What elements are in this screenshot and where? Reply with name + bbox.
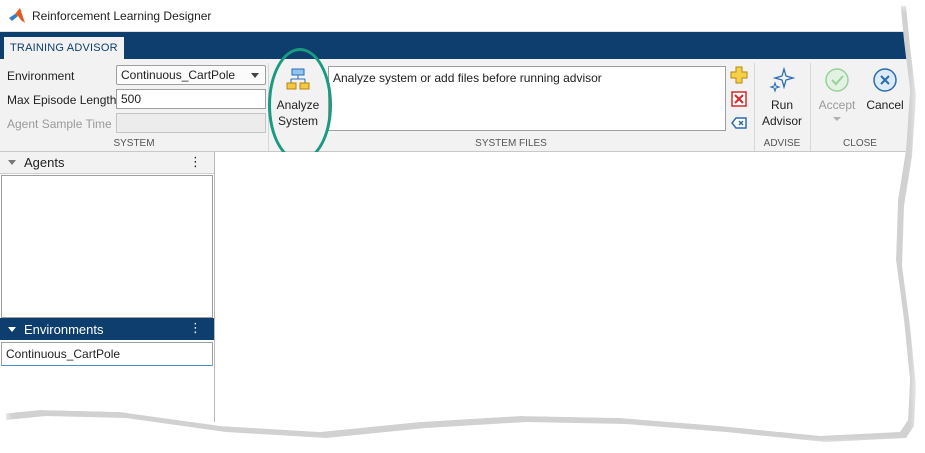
x-circle-icon — [873, 68, 897, 92]
toolstrip: Environment Continuous_CartPole Max Epis… — [0, 59, 910, 152]
app-window: Reinforcement Learning Designer TRAINING… — [0, 0, 910, 436]
chevron-down-icon — [251, 73, 259, 78]
run-advisor-button[interactable]: Run Advisor — [758, 67, 806, 129]
plus-icon[interactable] — [730, 66, 748, 84]
environments-title: Environments — [24, 321, 104, 337]
agent-sample-label: Agent Sample Time — [7, 117, 112, 131]
sparkle-icon — [769, 67, 795, 93]
document-area — [216, 152, 910, 432]
window-title: Reinforcement Learning Designer — [32, 8, 212, 23]
section-label-system: SYSTEM — [113, 138, 155, 149]
environments-list: Continuous_CartPole — [1, 342, 213, 366]
environment-label: Environment — [7, 69, 75, 83]
cancel-label: Cancel — [866, 98, 904, 112]
run-advisor-line1: Run — [770, 98, 793, 112]
collapse-triangle-icon[interactable] — [8, 160, 16, 165]
system-files-text: Analyze system or add files before runni… — [333, 71, 602, 85]
section-label-system-files: SYSTEM FILES — [475, 138, 547, 149]
clear-icon[interactable] — [730, 114, 748, 132]
system-files-list[interactable]: Analyze system or add files before runni… — [328, 66, 726, 131]
highlight-ellipse — [268, 48, 332, 162]
tab-strip: TRAINING ADVISOR — [0, 32, 910, 59]
collapse-triangle-icon[interactable] — [8, 326, 16, 332]
agents-list[interactable] — [1, 175, 213, 318]
section-label-close: CLOSE — [843, 138, 877, 149]
environment-value: Continuous_CartPole — [121, 68, 236, 82]
tab-training-advisor[interactable]: TRAINING ADVISOR — [4, 37, 124, 59]
agents-title: Agents — [24, 155, 65, 170]
title-bar: Reinforcement Learning Designer — [0, 0, 910, 32]
cancel-button[interactable]: Cancel — [862, 67, 908, 113]
environment-dropdown[interactable]: Continuous_CartPole — [116, 65, 266, 85]
left-panel: Agents ⋮ Environments ⋮ Continuous_CartP… — [0, 152, 215, 422]
red-x-icon[interactable] — [730, 90, 748, 108]
agents-panel-header[interactable]: Agents ⋮ — [0, 152, 214, 174]
chevron-down-icon — [833, 117, 841, 121]
max-episode-input[interactable]: 500 — [116, 89, 266, 109]
matlab-logo-icon — [9, 7, 25, 23]
more-options-icon[interactable]: ⋮ — [189, 321, 202, 335]
agent-sample-input — [116, 113, 266, 133]
run-advisor-line2: Advisor — [761, 114, 802, 128]
list-item[interactable]: Continuous_CartPole — [6, 347, 120, 361]
max-episode-label: Max Episode Length — [7, 93, 117, 107]
accept-label: Accept — [818, 98, 856, 112]
environments-panel-header[interactable]: Environments ⋮ — [0, 318, 214, 340]
check-circle-icon — [825, 68, 849, 92]
accept-button: Accept — [814, 67, 860, 121]
section-label-advise: ADVISE — [763, 138, 801, 149]
more-options-icon[interactable]: ⋮ — [189, 155, 202, 169]
